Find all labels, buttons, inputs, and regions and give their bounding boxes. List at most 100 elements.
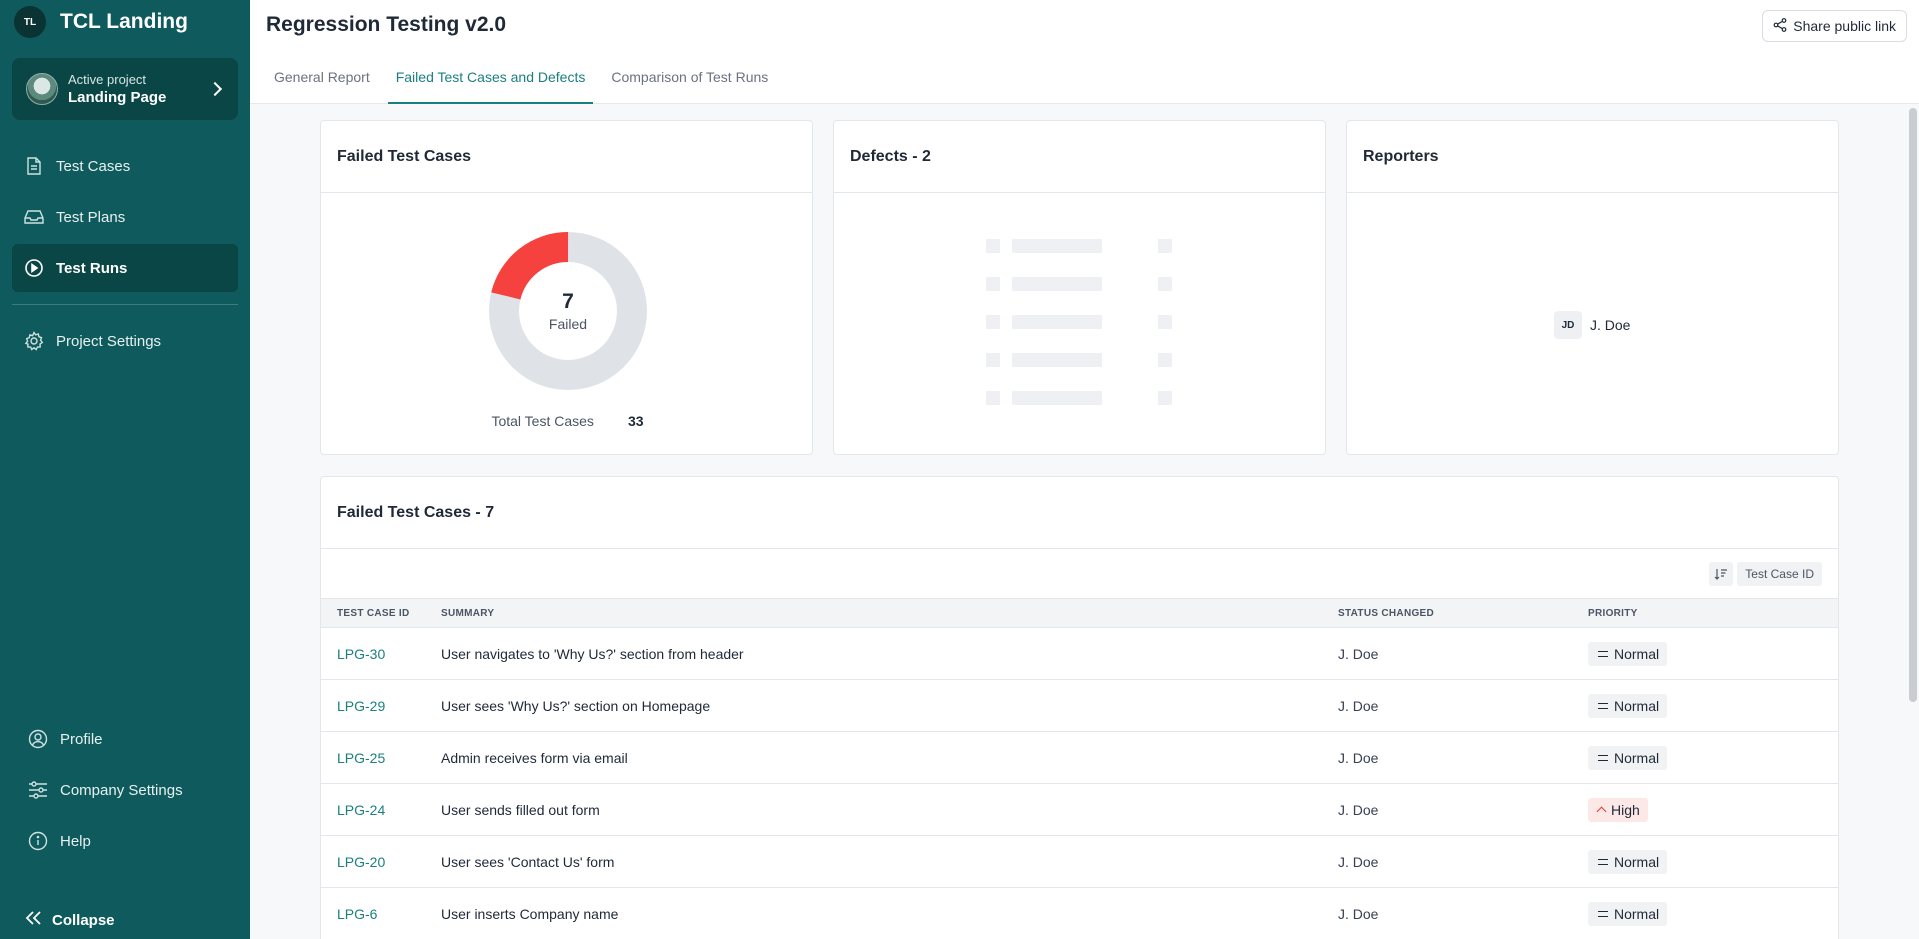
sidebar-item-label: Profile [60, 730, 103, 748]
skeleton-row [986, 239, 1172, 277]
skeleton-block [1012, 239, 1102, 253]
total-value: 33 [627, 413, 644, 429]
sidebar-bottom-nav: Profile Company Settings Help [16, 714, 236, 867]
priority-label: Normal [1614, 749, 1660, 766]
card-title: Reporters [1347, 121, 1838, 193]
project-settings-section: Project Settings [12, 317, 238, 368]
skeleton-block [1158, 277, 1172, 291]
sidebar-item-project-settings[interactable]: Project Settings [12, 317, 238, 365]
priority-label: Normal [1614, 697, 1660, 714]
sidebar-item-help[interactable]: Help [16, 816, 236, 866]
failed-test-cases-table-card: Failed Test Cases - 7 Test Case ID TEST … [320, 476, 1839, 939]
reporter-item: JD J. Doe [1554, 311, 1630, 339]
table-row[interactable]: LPG-29 User sees 'Why Us?' section on Ho… [321, 680, 1838, 732]
priority-badge: Normal [1588, 901, 1668, 926]
total-test-cases-row: Total Test Cases 33 [321, 413, 814, 429]
table-title: Failed Test Cases - 7 [321, 477, 1838, 549]
sidebar-item-test-plans[interactable]: Test Plans [12, 193, 238, 241]
skeleton-block [986, 353, 1000, 367]
column-header-summary[interactable]: SUMMARY [441, 608, 1338, 619]
tab-failed-test-cases-and-defects[interactable]: Failed Test Cases and Defects [387, 52, 594, 104]
total-label: Total Test Cases [491, 413, 594, 429]
test-case-id-link[interactable]: LPG-24 [321, 802, 441, 818]
equals-icon [1598, 702, 1608, 709]
test-case-id-link[interactable]: LPG-29 [321, 698, 441, 714]
equals-icon [1598, 910, 1608, 917]
share-public-link-button[interactable]: Share public link [1762, 10, 1907, 42]
skeleton-row [986, 315, 1172, 353]
collapse-sidebar-button[interactable]: Collapse [16, 904, 123, 936]
priority-cell: Normal [1588, 849, 1838, 874]
sidebar-nav: Test Cases Test Plans Test Runs [12, 142, 238, 295]
column-header-priority[interactable]: PRIORITY [1588, 608, 1838, 619]
sidebar-item-test-runs[interactable]: Test Runs [12, 244, 238, 292]
priority-label: Normal [1614, 853, 1660, 870]
test-case-summary: User sees 'Contact Us' form [441, 853, 615, 870]
table-row[interactable]: LPG-24 User sends filled out form J. Doe… [321, 784, 1838, 836]
status-changed-by: J. Doe [1338, 697, 1379, 714]
gear-icon [24, 331, 44, 351]
sliders-icon [28, 780, 48, 800]
reporters-card: Reporters JD J. Doe [1346, 120, 1839, 455]
sidebar-item-profile[interactable]: Profile [16, 714, 236, 764]
skeleton-block [1012, 391, 1102, 405]
skeleton-block [1158, 315, 1172, 329]
file-icon [24, 156, 44, 176]
skeleton-block [1158, 239, 1172, 253]
priority-badge: Normal [1588, 693, 1668, 718]
test-case-id-link[interactable]: LPG-25 [321, 750, 441, 766]
defects-loading-skeleton [986, 239, 1172, 429]
skeleton-block [1012, 315, 1102, 329]
skeleton-block [986, 315, 1000, 329]
priority-badge: High [1588, 797, 1648, 822]
test-case-summary: User navigates to 'Why Us?' section from… [441, 645, 744, 662]
column-header-test-case-id[interactable]: TEST CASE ID [321, 608, 441, 619]
skeleton-block [986, 277, 1000, 291]
test-case-id-link[interactable]: LPG-30 [321, 646, 441, 662]
test-case-summary: User sees 'Why Us?' section on Homepage [441, 697, 711, 714]
main-scrollbar[interactable] [1909, 108, 1917, 702]
priority-cell: Normal [1588, 901, 1838, 926]
table-row[interactable]: LPG-6 User inserts Company name J. Doe N… [321, 888, 1838, 939]
sort-bar: Test Case ID [321, 549, 1838, 598]
report-tabs: General Report Failed Test Cases and Def… [250, 52, 1919, 104]
priority-cell: Normal [1588, 641, 1838, 666]
status-changed-by: J. Doe [1338, 905, 1379, 922]
failed-donut-chart: 7 Failed [488, 231, 648, 391]
page-title: Regression Testing v2.0 [266, 13, 507, 36]
sidebar-item-test-cases[interactable]: Test Cases [12, 142, 238, 190]
sidebar: TL TCL Landing Active project Landing Pa… [0, 0, 250, 939]
brand-title: TCL Landing [60, 10, 188, 33]
collapse-label: Collapse [52, 911, 115, 929]
skeleton-row [986, 277, 1172, 315]
chevron-right-icon [207, 81, 223, 97]
sidebar-item-label: Project Settings [56, 332, 162, 350]
test-case-id-link[interactable]: LPG-6 [321, 906, 441, 922]
status-changed-by: J. Doe [1338, 801, 1379, 818]
priority-badge: Normal [1588, 849, 1668, 874]
sort-by-test-case-id-button[interactable]: Test Case ID [1709, 561, 1822, 586]
sidebar-item-company-settings[interactable]: Company Settings [16, 765, 236, 815]
tab-general-report[interactable]: General Report [266, 52, 378, 104]
priority-badge: Normal [1588, 745, 1668, 770]
table-row[interactable]: LPG-30 User navigates to 'Why Us?' secti… [321, 628, 1838, 680]
brand: TL TCL Landing [14, 6, 188, 38]
priority-cell: High [1588, 797, 1838, 822]
nav-divider [12, 304, 238, 305]
tab-comparison-of-test-runs[interactable]: Comparison of Test Runs [603, 52, 776, 104]
sidebar-item-label: Test Runs [56, 259, 128, 277]
inbox-icon [24, 207, 44, 227]
equals-icon [1598, 754, 1608, 761]
test-case-id-link[interactable]: LPG-20 [321, 854, 441, 870]
column-header-status-changed[interactable]: STATUS CHANGED [1338, 608, 1588, 619]
table-header-row: TEST CASE ID SUMMARY STATUS CHANGED PRIO… [321, 598, 1838, 628]
user-circle-icon [28, 729, 48, 749]
project-name: Landing Page [68, 89, 167, 106]
project-avatar [26, 73, 58, 105]
project-label: Active project [68, 72, 147, 87]
table-row[interactable]: LPG-20 User sees 'Contact Us' form J. Do… [321, 836, 1838, 888]
active-project-selector[interactable]: Active project Landing Page [12, 58, 238, 120]
equals-icon [1598, 650, 1608, 657]
table-row[interactable]: LPG-25 Admin receives form via email J. … [321, 732, 1838, 784]
priority-badge: Normal [1588, 641, 1668, 666]
